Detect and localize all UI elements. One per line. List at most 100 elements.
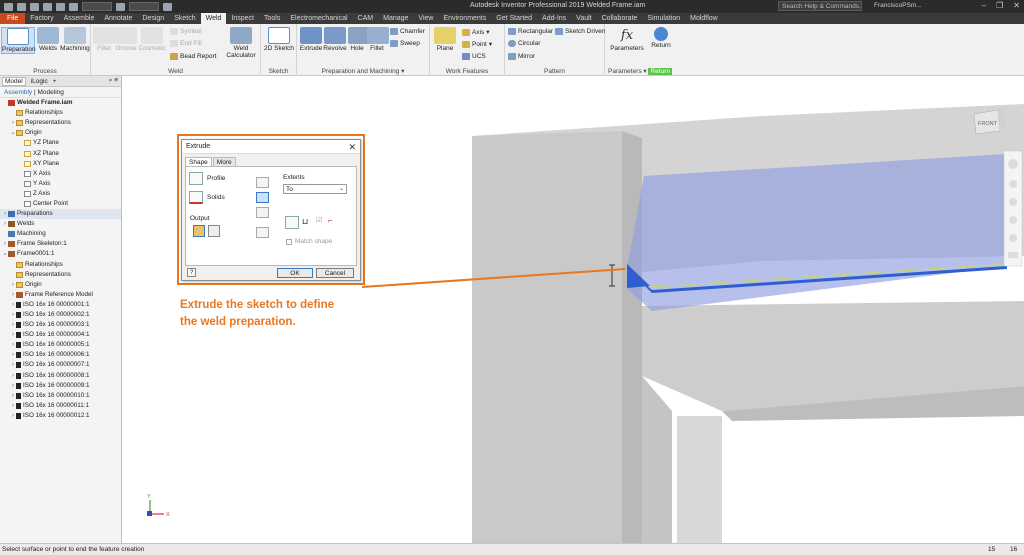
cut-icon[interactable] — [256, 192, 269, 203]
tree-item[interactable]: › ISO 16x 16 00000004:1 — [0, 330, 121, 340]
terminator-icon[interactable]: ⌐ — [328, 216, 333, 225]
hole-button[interactable]: Hole — [348, 27, 370, 52]
bead-report-button[interactable]: Bead Report — [170, 53, 217, 60]
minimize-button[interactable]: – — [982, 1, 986, 10]
tree-item[interactable]: ⌄ Origin — [0, 128, 121, 138]
tree-item[interactable]: › Origin — [0, 280, 121, 290]
tree-item[interactable]: › ISO 16x 16 00000005:1 — [0, 340, 121, 350]
tree-item[interactable]: Relationships — [0, 108, 121, 118]
look-at-icon[interactable] — [1009, 234, 1017, 242]
tab-add-ins[interactable]: Add-Ins — [537, 13, 571, 24]
tab-electromechanical[interactable]: Electromechanical — [285, 13, 352, 24]
ucs-button[interactable]: UCS — [462, 53, 486, 60]
close-button[interactable]: ✕ — [1013, 1, 1020, 10]
tab-vault[interactable]: Vault — [571, 13, 596, 24]
groove-weld-button[interactable]: Groove — [115, 27, 137, 52]
return-button[interactable]: Return — [647, 27, 675, 49]
machining-button[interactable]: Machining — [60, 27, 90, 52]
tab-annotate[interactable]: Annotate — [99, 13, 137, 24]
navigation-bar[interactable] — [1003, 150, 1023, 267]
match-shape-box[interactable] — [286, 238, 292, 245]
new-file-icon[interactable] — [4, 2, 13, 11]
tab-manage[interactable]: Manage — [378, 13, 413, 24]
tree-item[interactable]: › Frame Reference Model — [0, 290, 121, 300]
output-solid-button[interactable] — [193, 225, 205, 237]
panel-title-preparation-machining[interactable]: Preparation and Machining ▾ — [297, 67, 429, 75]
pan-icon[interactable] — [1009, 180, 1017, 188]
tab-view[interactable]: View — [413, 13, 438, 24]
tree-item[interactable]: Machining — [0, 229, 121, 239]
search-input[interactable]: Search Help & Commands... — [778, 1, 862, 11]
steering-wheel-icon[interactable] — [1008, 159, 1018, 169]
tree-item[interactable]: XZ Plane — [0, 148, 121, 158]
dialog-close-icon[interactable]: ✕ — [348, 140, 356, 154]
circular-pattern-button[interactable]: Circular — [508, 40, 540, 47]
tree-item[interactable]: › Welds — [0, 219, 121, 229]
cosmetic-weld-button[interactable]: Cosmetic — [138, 27, 166, 52]
save-icon[interactable] — [30, 2, 39, 11]
tab-moldflow[interactable]: Moldflow — [685, 13, 723, 24]
tab-factory[interactable]: Factory — [25, 13, 58, 24]
point-button[interactable]: Point ▾ — [462, 40, 492, 48]
material-combo[interactable] — [82, 2, 112, 11]
left-column-face[interactable] — [472, 131, 622, 543]
tree-item[interactable]: › ISO 16x 16 00000006:1 — [0, 350, 121, 360]
axis-button[interactable]: Axis ▾ — [462, 28, 490, 36]
tab-inspect[interactable]: Inspect — [226, 13, 259, 24]
to-face-select-icon[interactable] — [285, 216, 299, 229]
tree-item[interactable]: › Representations — [0, 118, 121, 128]
nav-options-icon[interactable] — [1008, 252, 1018, 258]
fillet-button[interactable]: Fillet — [367, 27, 389, 52]
browser-tab-ilogic[interactable]: iLogic — [29, 78, 50, 85]
sweep-button[interactable]: Sweep — [390, 40, 420, 47]
tree-item[interactable]: › ISO 16x 16 00000007:1 — [0, 360, 121, 370]
match-shape-checkbox[interactable]: Match shape — [286, 238, 332, 245]
zoom-icon[interactable] — [1009, 198, 1017, 206]
profile-select-icon[interactable] — [189, 172, 203, 185]
redo-icon[interactable] — [56, 2, 65, 11]
tree-item[interactable]: Center Point — [0, 199, 121, 209]
tree-item[interactable]: Relationships — [0, 260, 121, 270]
cancel-button[interactable]: Cancel — [316, 268, 354, 278]
tree-item[interactable]: › ISO 16x 16 00000010:1 — [0, 391, 121, 401]
tree-item[interactable]: › Frame Skeleton:1 — [0, 239, 121, 249]
tree-item[interactable]: X Axis — [0, 169, 121, 179]
fillet-weld-button[interactable]: Fillet — [93, 27, 115, 52]
appearance-icon[interactable] — [116, 2, 125, 11]
tab-cam[interactable]: CAM — [353, 13, 379, 24]
left-column-side[interactable] — [622, 131, 642, 543]
front-leg-face[interactable] — [677, 416, 722, 543]
tab-simulation[interactable]: Simulation — [642, 13, 685, 24]
tab-sketch[interactable]: Sketch — [169, 13, 200, 24]
tree-item[interactable]: YZ Plane — [0, 138, 121, 148]
chamfer-button[interactable]: Chamfer — [390, 28, 425, 35]
tree-item[interactable]: › ISO 16x 16 00000012:1 — [0, 411, 121, 421]
tab-design[interactable]: Design — [137, 13, 169, 24]
tree-item[interactable]: ⌄ Frame0001:1 — [0, 249, 121, 259]
tree-item[interactable]: › ISO 16x 16 00000008:1 — [0, 371, 121, 381]
revolve-button[interactable]: Revolve — [323, 27, 347, 52]
solids-select-icon[interactable] — [189, 191, 203, 204]
add-tab-icon[interactable]: + — [53, 78, 57, 85]
undo-icon[interactable] — [43, 2, 52, 11]
extents-combo[interactable]: To ⌄ — [283, 184, 347, 194]
tree-item[interactable]: Welded Frame.iam — [0, 98, 121, 108]
tree-item[interactable]: › ISO 16x 16 00000003:1 — [0, 320, 121, 330]
join-icon[interactable] — [256, 177, 269, 188]
tree-item[interactable]: › Preparations — [0, 209, 121, 220]
tree-item[interactable]: Z Axis — [0, 189, 121, 199]
tab-get-started[interactable]: Get Started — [491, 13, 537, 24]
tab-environments[interactable]: Environments — [438, 13, 491, 24]
tab-weld[interactable]: Weld — [200, 13, 227, 24]
tree-item[interactable]: › ISO 16x 16 00000002:1 — [0, 310, 121, 320]
welds-button[interactable]: Welds — [36, 27, 60, 52]
home-icon[interactable] — [69, 2, 78, 11]
end-fill-button[interactable]: End Fill — [170, 40, 202, 47]
sketch-driven-pattern-button[interactable]: Sketch Driven — [555, 28, 605, 35]
tree-item[interactable]: › ISO 16x 16 00000001:1 — [0, 300, 121, 310]
tab-assemble[interactable]: Assemble — [59, 13, 100, 24]
tab-file[interactable]: File — [0, 13, 26, 24]
assembly-mode-link[interactable]: Assembly — [4, 89, 32, 96]
tab-collaborate[interactable]: Collaborate — [597, 13, 643, 24]
lower-column-face[interactable] — [642, 376, 672, 543]
